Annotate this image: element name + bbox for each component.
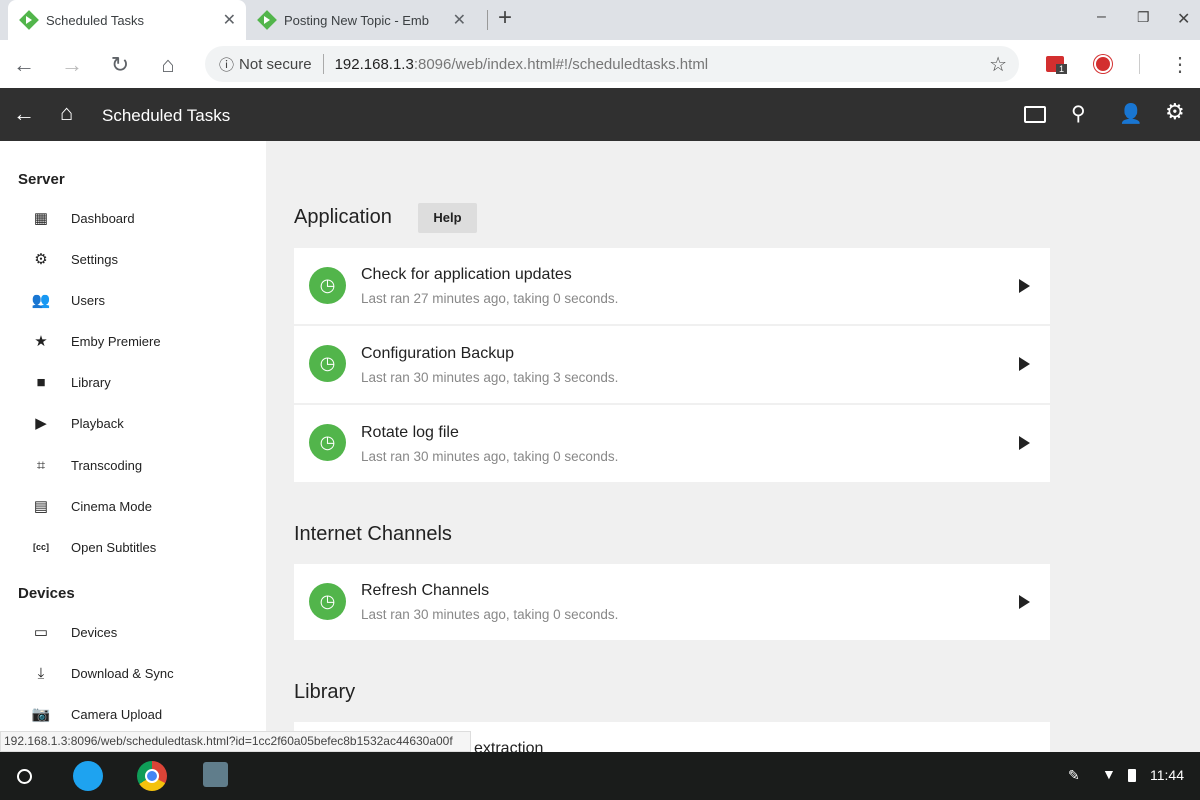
camera-icon: 📷 — [31, 706, 51, 723]
run-task-icon[interactable] — [1019, 595, 1030, 609]
taskbar: ✎ ▼ 11:44 — [0, 752, 1200, 800]
reload-icon[interactable]: ↻ — [107, 52, 133, 78]
crop-icon: ⌗ — [36, 456, 46, 474]
closed-caption-icon: [cc] — [32, 542, 49, 552]
extension-icon[interactable]: 1 — [1046, 56, 1068, 74]
battery-icon[interactable] — [1128, 769, 1136, 782]
close-tab-icon[interactable]: ✕ — [223, 10, 236, 30]
clock-icon: ◷ — [309, 424, 346, 461]
calculator-app-icon[interactable] — [203, 762, 228, 787]
dashboard-icon: ▦ — [33, 210, 49, 227]
section-title-internet-channels: Internet Channels — [294, 523, 452, 545]
sidebar-item-transcoding[interactable]: ⌗ Transcoding — [30, 453, 142, 477]
bookmark-star-icon[interactable]: ☆ — [989, 52, 1007, 77]
users-icon: 👥 — [31, 292, 51, 309]
clock-icon: ◷ — [309, 583, 346, 620]
wifi-icon[interactable]: ▼ — [1102, 766, 1116, 782]
sidebar-item-emby-premiere[interactable]: ★ Emby Premiere — [30, 329, 160, 353]
sidebar-item-dashboard[interactable]: ▦ Dashboard — [30, 206, 135, 230]
task-row[interactable]: ◷ Check for application updates Last ran 2… — [294, 248, 1050, 324]
sidebar-item-camera-upload[interactable]: 📷 Camera Upload — [30, 702, 162, 726]
sidebar-item-download-sync[interactable]: ⤓ Download & Sync — [30, 661, 174, 685]
tablet-icon: ▭ — [33, 624, 49, 641]
help-button[interactable]: Help — [418, 203, 477, 233]
menu-icon[interactable]: ⋮ — [1170, 52, 1190, 77]
sidebar-item-open-subtitles[interactable]: [cc] Open Subtitles — [30, 535, 156, 559]
cast-icon[interactable] — [1024, 106, 1046, 123]
user-icon[interactable]: 👤 — [1119, 102, 1143, 126]
home-icon[interactable]: ⌂ — [155, 52, 181, 78]
restore-button[interactable]: ❐ — [1137, 9, 1150, 26]
run-task-icon[interactable] — [1019, 279, 1030, 293]
adblock-icon[interactable] — [1094, 55, 1112, 73]
sidebar-section-devices: Devices — [18, 585, 75, 602]
files-app-icon[interactable] — [73, 761, 103, 791]
settings-icon[interactable]: ⚙ — [1165, 99, 1185, 125]
chrome-app-icon[interactable] — [137, 761, 167, 791]
section-title-library: Library — [294, 681, 356, 703]
stylus-icon[interactable]: ✎ — [1068, 767, 1080, 784]
run-task-icon[interactable] — [1019, 436, 1030, 450]
gear-icon: ⚙ — [34, 251, 48, 268]
emby-logo-icon — [257, 10, 277, 30]
new-tab-button[interactable]: + — [498, 4, 512, 32]
back-icon[interactable]: ← — [11, 52, 37, 78]
tab-posting-new-topic[interactable]: Posting New Topic - Emby Cor✕ — [246, 0, 476, 40]
section-title-application: Application — [294, 206, 392, 228]
browser-tab-bar: Scheduled Tasks ✕ Posting New Topic - Emb… — [0, 0, 1200, 40]
film-icon: ▤ — [33, 498, 49, 515]
page-title: Scheduled Tasks — [102, 106, 231, 125]
address-bar[interactable]: ⓘ Not secure 192.168.1.3:8096/web/index.… — [205, 46, 1019, 82]
download-icon: ⤓ — [37, 664, 45, 682]
sidebar-section-server: Server — [18, 171, 65, 188]
info-icon: ⓘ — [219, 56, 235, 74]
app-header: ← ⌂ Scheduled Tasks ⚲ 👤 ⚙ — [0, 88, 1200, 141]
clock-icon: ◷ — [309, 345, 346, 382]
star-icon: ★ — [34, 333, 48, 350]
task-row[interactable]: ◷ Configuration Backup Last ran 30 minutes… — [294, 326, 1050, 403]
sidebar-item-playback[interactable]: ▶ Playback — [30, 411, 124, 435]
emby-logo-icon — [19, 10, 39, 30]
sidebar-item-cinema-mode[interactable]: ▤ Cinema Mode — [30, 494, 152, 518]
search-icon[interactable]: ⚲ — [1071, 101, 1086, 126]
run-task-icon[interactable] — [1019, 357, 1030, 371]
folder-icon: ■ — [36, 373, 46, 391]
task-row[interactable]: ◷ Rotate log file Last ran 30 minutes ago,… — [294, 405, 1050, 482]
forward-icon[interactable]: → — [59, 52, 85, 78]
sidebar-item-settings[interactable]: ⚙ Settings — [30, 247, 118, 271]
clock-icon: ◷ — [309, 267, 346, 304]
close-window-button[interactable]: ✕ — [1177, 9, 1190, 29]
play-circle-icon: ▶ — [35, 415, 47, 432]
status-url-bubble: 192.168.1.3:8096/web/scheduledtask.html?… — [0, 731, 471, 752]
sidebar-item-devices[interactable]: ▭ Devices — [30, 620, 117, 644]
clock-time[interactable]: 11:44 — [1150, 767, 1184, 783]
launcher-icon[interactable] — [17, 769, 32, 784]
close-tab-icon[interactable]: ✕ — [453, 10, 466, 30]
minimize-button[interactable]: ‒ — [1097, 8, 1106, 26]
sidebar-item-library[interactable]: ■ Library — [30, 370, 110, 394]
sidebar-item-users[interactable]: 👥 Users — [30, 288, 105, 312]
back-icon[interactable]: ← — [13, 101, 35, 127]
tab-scheduled-tasks[interactable]: Scheduled Tasks ✕ — [8, 0, 246, 40]
task-row[interactable]: ◷ Refresh Channels Last ran 30 minutes ago… — [294, 564, 1050, 640]
home-icon[interactable]: ⌂ — [60, 100, 73, 126]
